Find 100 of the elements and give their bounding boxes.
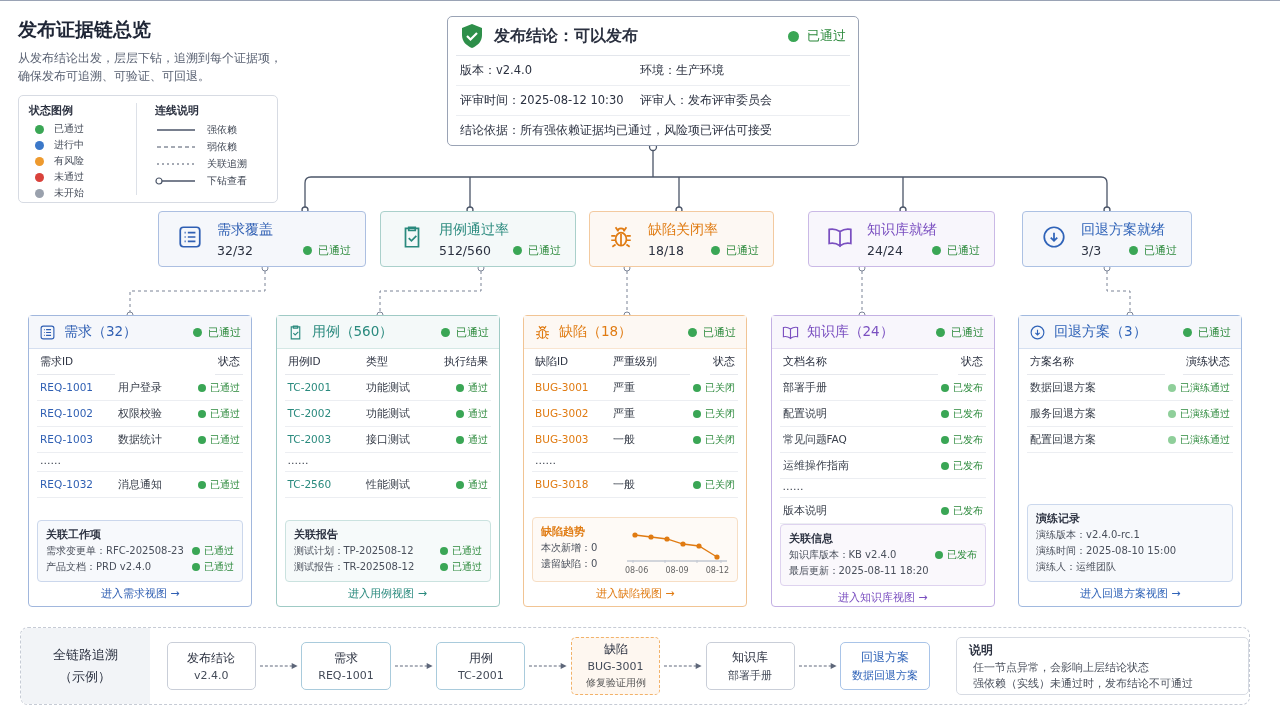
card-title: 缺陷（18） — [559, 323, 634, 341]
status-label: 已通过 — [947, 242, 980, 258]
panel-text: 演练版本：v2.4.0-rc.1 — [1036, 528, 1140, 542]
table-cell: 用户登录 — [115, 375, 195, 401]
node-title: 知识库 — [732, 649, 769, 665]
status-label: 已演练通过 — [1180, 407, 1230, 421]
metric-title: 知识库就绪 — [867, 220, 938, 239]
metric-value: 512/560 — [439, 242, 491, 258]
table-cell: 严重 — [610, 375, 690, 401]
item-id-link[interactable]: TC-2560 — [284, 472, 363, 498]
legend-label: 强依赖 — [206, 122, 237, 137]
table-cell: 运维操作指南 — [779, 453, 938, 479]
view-link[interactable]: 进入用例视图 → — [348, 582, 427, 606]
status-label: 已通过 — [204, 560, 234, 574]
node-title: 回退方案 — [861, 649, 910, 665]
table-cell: 严重 — [610, 401, 690, 427]
status-label: 已关闭 — [705, 381, 735, 395]
status-label: 已通过 — [451, 560, 482, 574]
trace-node[interactable]: 知识库 部署手册 — [705, 642, 795, 690]
table-cell: 常见问题FAQ — [779, 427, 938, 453]
metric-value: 3/3 — [1081, 242, 1102, 258]
column-header: 严重级别 — [610, 349, 690, 375]
node-subtitle: TC-2001 — [457, 668, 504, 682]
panel-title: 关联信息 — [788, 531, 834, 546]
arrow-icon — [393, 662, 434, 670]
item-id-link[interactable]: REQ-1032 — [37, 472, 115, 498]
panel-text: 演练人：运维团队 — [1036, 560, 1116, 574]
item-id-link[interactable]: TC-2003 — [284, 427, 363, 453]
view-link[interactable]: 进入知识库视图 → — [837, 586, 928, 610]
status-label: 通过 — [467, 478, 488, 492]
node-subtitle: REQ-1001 — [318, 668, 374, 682]
metric-card[interactable]: 回退方案就绪 3/3 已通过 — [1022, 211, 1192, 267]
node-title: 用例 — [468, 650, 493, 666]
status-label: 已通过 — [318, 242, 351, 258]
status-label: 已通过 — [451, 544, 482, 558]
conclusion-title: 发布结论：可以发布 — [494, 25, 639, 47]
page-subtitle: 确保发布可追溯、可验证、可回退。 — [18, 68, 211, 85]
card-title: 知识库（24） — [806, 323, 895, 341]
table-cell: 权限校验 — [115, 401, 195, 427]
table-cell: 部署手册 — [779, 375, 938, 401]
list-icon — [39, 323, 56, 341]
list-icon — [177, 224, 203, 250]
column-header: 演练状态 — [1183, 349, 1233, 375]
trace-node[interactable]: 需求 REQ-1001 — [301, 642, 391, 690]
metric-value: 18/18 — [648, 242, 685, 258]
item-id-link[interactable]: REQ-1003 — [37, 427, 115, 453]
view-link[interactable]: 进入回退方案视图 → — [1079, 582, 1181, 606]
ellipsis-text: …… — [532, 453, 738, 472]
column-header: 状态 — [215, 349, 243, 375]
status-label: 已通过 — [703, 324, 736, 340]
column-header: 类型 — [362, 349, 441, 375]
column-header: 需求ID — [37, 349, 115, 375]
conclusion-field: 评审人：发布评审委员会 — [640, 93, 846, 108]
node-subtitle: 部署手册 — [728, 667, 773, 683]
download-icon — [1041, 224, 1067, 250]
status-label: 已通过 — [210, 381, 240, 395]
table-cell: 一般 — [610, 427, 690, 453]
metric-card[interactable]: 知识库就绪 24/24 已通过 — [808, 211, 995, 267]
status-label: 已通过 — [950, 324, 984, 340]
legend-label: 下钻查看 — [206, 173, 247, 188]
panel-title: 关联工作项 — [46, 527, 102, 542]
table-cell: 数据回退方案 — [1027, 375, 1165, 401]
table-cell: 功能测试 — [362, 401, 441, 427]
metric-card[interactable]: 用例通过率 512/560 已通过 — [380, 211, 576, 267]
trace-node[interactable]: 缺陷 BUG-3001 修复验证用例 — [571, 637, 661, 695]
metric-card[interactable]: 缺陷关闭率 18/18 已通过 — [589, 211, 774, 267]
trace-node[interactable]: 发布结论 v2.4.0 — [166, 642, 256, 690]
trace-node[interactable]: 回退方案 数据回退方案 — [840, 642, 930, 690]
status-label: 已关闭 — [705, 433, 735, 447]
status-label: 已发布 — [952, 504, 983, 518]
item-id-link[interactable]: REQ-1002 — [37, 401, 115, 427]
item-id-link[interactable]: TC-2002 — [284, 401, 363, 427]
status-label: 已通过 — [528, 242, 561, 258]
view-link[interactable]: 进入需求视图 → — [100, 582, 180, 606]
status-label: 已通过 — [210, 407, 240, 421]
node-subtitle: BUG-3001 — [587, 660, 644, 673]
axis-label: 08-09 — [665, 566, 689, 575]
node-title: 发布结论 — [187, 650, 236, 666]
column-header: 状态 — [710, 349, 738, 375]
arrow-icon — [797, 662, 838, 670]
metric-card[interactable]: 需求覆盖 32/32 已通过 — [158, 211, 366, 267]
status-label: 已通过 — [204, 544, 234, 558]
metric-title: 需求覆盖 — [217, 220, 274, 239]
conclusion-field: 结论依据：所有强依赖证据均已通过，风险项已评估可接受 — [460, 123, 846, 138]
table-cell: 性能测试 — [362, 472, 441, 498]
panel-text: 最后更新：2025-08-11 18:20 — [788, 564, 929, 578]
column-header: 文档名称 — [779, 349, 938, 375]
status-label: 已发布 — [952, 407, 983, 421]
legend-label: 未通过 — [54, 170, 84, 184]
item-id-link[interactable]: TC-2001 — [284, 375, 363, 401]
page-subtitle: 从发布结论出发，层层下钻，追溯到每个证据项， — [18, 50, 283, 67]
panel-text: 知识库版本：KB v2.4.0 — [788, 548, 897, 562]
trace-node[interactable]: 用例 TC-2001 — [436, 642, 526, 690]
item-id-link[interactable]: REQ-1001 — [37, 375, 115, 401]
metric-value: 24/24 — [867, 242, 904, 258]
metric-value: 32/32 — [217, 242, 254, 258]
column-header: 缺陷ID — [532, 349, 610, 375]
column-header: 执行结果 — [440, 349, 491, 375]
status-label: 已关闭 — [705, 407, 735, 421]
table-cell: 一般 — [610, 472, 690, 498]
